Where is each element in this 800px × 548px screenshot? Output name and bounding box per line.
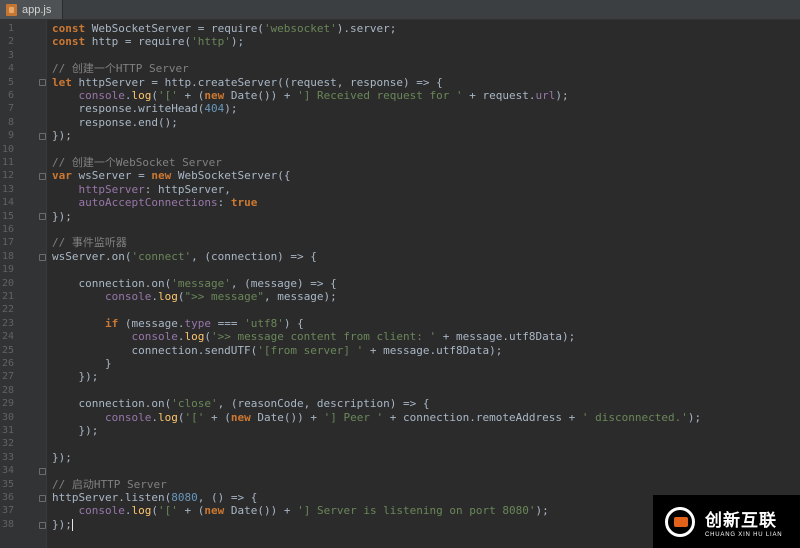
- logo-sub-text: CHUANG XIN HU LIAN: [705, 531, 783, 538]
- line-number: 14: [1, 197, 14, 209]
- code-text: const http = require('http');: [52, 35, 245, 49]
- line-number: 23: [1, 317, 14, 329]
- code-text: // 事件监听器: [52, 236, 127, 250]
- line-number: 10: [1, 143, 14, 155]
- line-number: 4: [7, 63, 14, 75]
- line-number: 2: [7, 36, 14, 48]
- line-number: 7: [7, 103, 14, 115]
- code-text: // 创建一个WebSocket Server: [52, 156, 222, 169]
- line-number: 11: [1, 157, 14, 168]
- line-number: 6: [7, 90, 14, 101]
- line-number: 29: [1, 398, 14, 410]
- code-text: autoAcceptConnections: true: [78, 196, 258, 210]
- code-text: });: [52, 209, 72, 223]
- line-number: 17: [1, 237, 14, 249]
- code-text: console.log('[' + (new Date()) + '] Peer…: [104, 410, 702, 424]
- line-number: 37: [1, 505, 14, 517]
- code-text: console.log('>> message content from cli…: [131, 330, 576, 344]
- line-number: 15: [1, 210, 14, 222]
- code-text: });: [52, 517, 73, 531]
- code-text: });: [52, 370, 99, 384]
- line-number: 24: [1, 331, 14, 343]
- code-text: httpServer.listen(8080, () => {: [52, 491, 258, 504]
- fold-marker-icon[interactable]: [39, 495, 46, 502]
- line-number: 38: [1, 518, 14, 530]
- line-number: 36: [1, 492, 14, 503]
- line-number: 25: [1, 344, 14, 356]
- fold-marker-icon[interactable]: [39, 522, 46, 529]
- line-number: 16: [1, 224, 14, 235]
- fold-marker-icon[interactable]: [39, 468, 46, 475]
- line-number: 21: [1, 291, 14, 302]
- code-text: httpServer: httpServer,: [78, 182, 231, 196]
- fold-marker-icon[interactable]: [39, 133, 46, 140]
- line-number: 32: [1, 438, 14, 450]
- line-number: 28: [1, 384, 14, 396]
- code-text: console.log('[' + (new Date()) + '] Rece…: [78, 89, 569, 102]
- code-text: var wsServer = new WebSocketServer({: [52, 169, 291, 183]
- fold-marker-icon[interactable]: [39, 173, 46, 180]
- code-text: wsServer.on('connect', (connection) => {: [52, 249, 317, 263]
- code-text: let httpServer = http.createServer((requ…: [52, 75, 443, 89]
- fold-marker-icon[interactable]: [39, 254, 46, 261]
- line-number: 1: [7, 23, 14, 34]
- line-number: 20: [1, 277, 14, 289]
- line-number: 26: [1, 358, 14, 369]
- line-number: 5: [7, 76, 14, 88]
- line-number: 9: [7, 130, 14, 142]
- code-text: connection.sendUTF('[from server] ' + me…: [52, 343, 503, 357]
- logo-mark-icon: [665, 506, 695, 537]
- editor-tab-bar: app.js: [0, 0, 800, 20]
- code-text: }: [52, 357, 112, 370]
- line-number: 31: [1, 425, 14, 436]
- code-text: connection.on('close', (reasonCode, desc…: [52, 397, 430, 411]
- line-number: 19: [1, 264, 14, 276]
- code-text: });: [52, 129, 72, 143]
- line-number: 12: [1, 170, 14, 182]
- text-cursor: [71, 518, 73, 531]
- line-number: 22: [1, 304, 14, 316]
- code-text: const WebSocketServer = require('websock…: [52, 22, 397, 35]
- code-editor[interactable]: const WebSocketServer = require('websock…: [47, 20, 800, 548]
- line-number: 33: [1, 451, 14, 463]
- code-text: // 启动HTTP Server: [52, 477, 167, 491]
- code-text: });: [52, 450, 72, 464]
- line-number: 13: [1, 183, 14, 195]
- code-text: if (message.type === 'utf8') {: [104, 316, 304, 330]
- code-text: response.end();: [52, 115, 178, 129]
- code-text: connection.on('message', (message) => {: [52, 276, 337, 290]
- line-number: 3: [7, 49, 14, 61]
- line-number: 35: [1, 478, 14, 490]
- tab-label: app.js: [22, 3, 52, 16]
- line-number: 30: [1, 411, 14, 423]
- line-number: 8: [7, 116, 14, 128]
- fold-marker-icon[interactable]: [39, 213, 46, 220]
- code-text: response.writeHead(404);: [52, 102, 238, 116]
- watermark-logo: 创新互联 CHUANG XIN HU LIAN: [653, 495, 800, 548]
- line-number: 27: [1, 371, 14, 383]
- code-text: console.log(">> message", message);: [104, 290, 337, 303]
- code-text: });: [52, 424, 99, 437]
- line-number-gutter: 1 2 3 4 5 6 7 8 9 10 11 12 13 14 15 16 1…: [0, 20, 47, 548]
- js-file-icon: [6, 3, 17, 16]
- line-number: 18: [1, 250, 14, 262]
- line-number: 34: [1, 465, 14, 477]
- code-text: console.log('[' + (new Date()) + '] Serv…: [78, 504, 549, 518]
- logo-main-text: 创新互联: [705, 510, 777, 531]
- code-text: // 创建一个HTTP Server: [52, 62, 189, 76]
- fold-marker-icon[interactable]: [39, 79, 46, 86]
- tab-app-js[interactable]: app.js: [0, 0, 63, 19]
